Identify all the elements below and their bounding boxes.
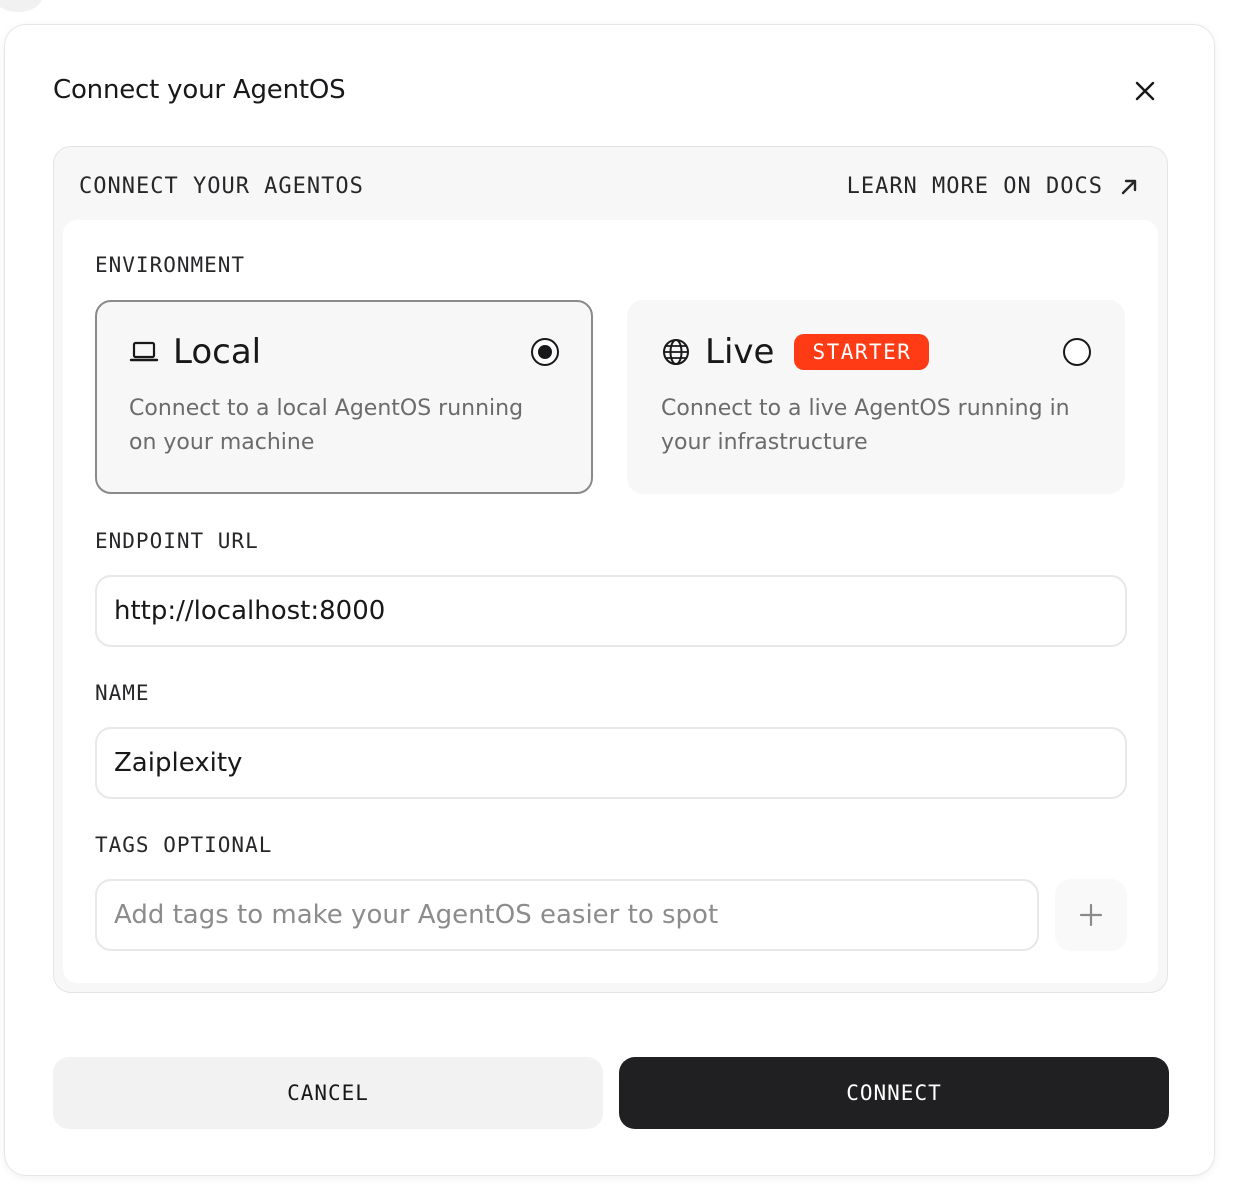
laptop-icon [129, 341, 159, 362]
starter-badge: STARTER [794, 334, 930, 370]
environment-option-title: Live [705, 332, 775, 372]
name-input[interactable]: Zaiplexity [95, 727, 1127, 799]
docs-link-label: LEARN MORE ON DOCS [846, 174, 1103, 199]
environment-option-title: Local [173, 332, 262, 372]
environment-option-local[interactable]: Local Connect to a local AgentOS running… [95, 300, 593, 494]
plus-icon [1079, 903, 1103, 927]
endpoint-url-label: ENDPOINT URL [95, 529, 259, 553]
name-label: NAME [95, 681, 150, 705]
background-shape [0, 0, 42, 12]
connect-agentos-dialog: Connect your AgentOS CONNECT YOUR AGENTO… [4, 24, 1215, 1176]
radio-local[interactable] [531, 338, 559, 366]
environment-label: ENVIRONMENT [95, 253, 246, 277]
connection-panel: CONNECT YOUR AGENTOS LEARN MORE ON DOCS … [53, 146, 1168, 993]
docs-link[interactable]: LEARN MORE ON DOCS [847, 174, 1139, 199]
arrow-up-right-icon [1121, 179, 1137, 194]
form-body: ENVIRONMENT Local Connect to a local Age… [63, 220, 1158, 983]
add-tag-button[interactable] [1055, 879, 1127, 951]
tags-label: TAGS OPTIONAL [95, 833, 273, 857]
endpoint-url-input[interactable]: http://localhost:8000 [95, 575, 1127, 647]
environment-option-description: Connect to a local AgentOS running on yo… [129, 396, 524, 455]
globe-icon [663, 339, 689, 365]
radio-live[interactable] [1063, 338, 1091, 366]
dialog-title: Connect your AgentOS [53, 75, 346, 105]
connect-button[interactable]: CONNECT [619, 1057, 1169, 1129]
close-button[interactable] [1129, 75, 1161, 107]
tags-input[interactable]: Add tags to make your AgentOS easier to … [95, 879, 1039, 951]
environment-option-live[interactable]: Live STARTER Connect to a live AgentOS r… [627, 300, 1125, 494]
environment-option-description: Connect to a live AgentOS running in you… [661, 396, 1070, 455]
close-icon [1135, 81, 1155, 101]
cancel-button[interactable]: CANCEL [53, 1057, 603, 1129]
panel-heading: CONNECT YOUR AGENTOS [79, 174, 364, 199]
